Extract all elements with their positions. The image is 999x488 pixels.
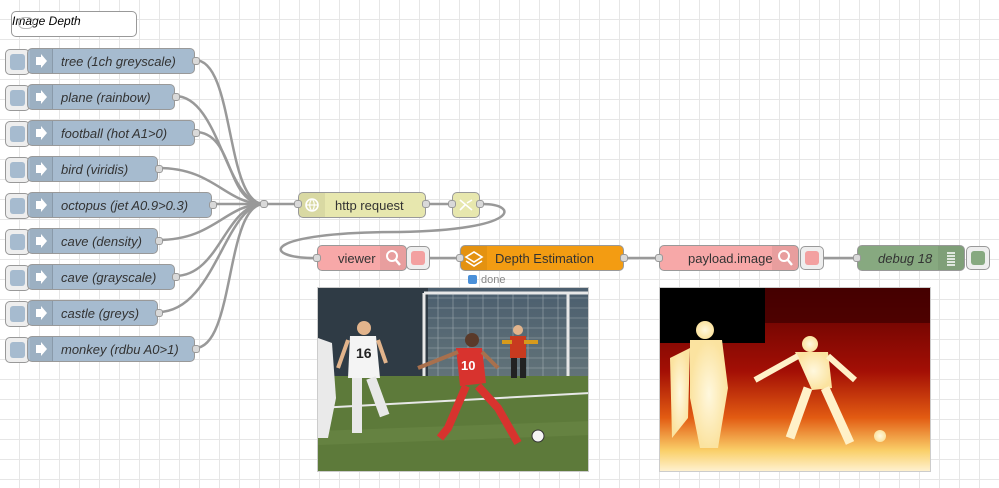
inject-node-body[interactable]: bird (viridis) [27, 156, 158, 182]
inject-output-port[interactable] [192, 57, 200, 65]
status-dot-icon [468, 275, 477, 284]
arrow-in-icon [30, 157, 53, 181]
inject-label: monkey (rdbu A0>1) [61, 342, 179, 357]
inject-node[interactable]: castle (greys) [5, 300, 166, 328]
debug-node[interactable]: debug 18 [857, 245, 965, 271]
depth-image-preview [659, 287, 931, 472]
debug-input-port[interactable] [853, 254, 861, 262]
inject-node-body[interactable]: plane (rainbow) [27, 84, 175, 110]
depth-input-port[interactable] [456, 254, 464, 262]
inject-node-body[interactable]: cave (density) [27, 228, 158, 254]
inject-output-port[interactable] [155, 309, 163, 317]
soccer-photo: 16 10 [318, 288, 588, 471]
list-icon [938, 246, 964, 270]
inject-node-body[interactable]: tree (1ch greyscale) [27, 48, 195, 74]
inject-label: football (hot A1>0) [61, 126, 168, 141]
depth-estimation-node[interactable]: Depth Estimation [460, 245, 624, 271]
depth-map-image [660, 288, 930, 471]
inject-node[interactable]: octopus (jet A0.9>0.3) [5, 192, 220, 220]
inject-node[interactable]: cave (grayscale) [5, 264, 183, 292]
inject-output-port[interactable] [172, 273, 180, 281]
inject-label: cave (density) [61, 234, 142, 249]
inject-output-port[interactable] [155, 237, 163, 245]
inject-label: octopus (jet A0.9>0.3) [61, 198, 189, 213]
inject-label: cave (grayscale) [61, 270, 157, 285]
inject-label: tree (1ch greyscale) [61, 54, 176, 69]
viewer-image-preview: 16 10 [317, 287, 589, 472]
inject-output-port[interactable] [192, 345, 200, 353]
viewer-label: viewer [338, 251, 376, 266]
arrow-in-icon [30, 49, 53, 73]
inject-trigger-square [10, 234, 25, 250]
inject-trigger-square [10, 342, 25, 358]
inject-trigger-square [10, 306, 25, 322]
depth-status-text: done [481, 274, 506, 286]
http-request-node[interactable]: http request [298, 192, 426, 218]
inject-node-body[interactable]: football (hot A1>0) [27, 120, 195, 146]
inject-label: bird (viridis) [61, 162, 129, 177]
payload-image-toggle-button[interactable] [800, 246, 824, 270]
inject-node[interactable]: monkey (rdbu A0>1) [5, 336, 203, 364]
http-request-output-port[interactable] [422, 200, 430, 208]
arrow-in-icon [30, 337, 53, 361]
inject-output-port[interactable] [155, 165, 163, 173]
jersey-16-text: 16 [356, 345, 372, 361]
viewer-node[interactable]: viewer [317, 245, 407, 271]
arrow-in-icon [30, 193, 53, 217]
inject-node-body[interactable]: cave (grayscale) [27, 264, 175, 290]
inject-node[interactable]: tree (1ch greyscale) [5, 48, 203, 76]
debug-label: debug 18 [878, 251, 933, 266]
inject-node[interactable]: football (hot A1>0) [5, 120, 203, 148]
magnify-icon [772, 246, 798, 270]
arrow-in-icon [30, 121, 53, 145]
debug-toggle-button[interactable] [966, 246, 990, 270]
viewer-toggle-button[interactable] [406, 246, 430, 270]
inject-node[interactable]: bird (viridis) [5, 156, 166, 184]
inject-trigger-square [10, 126, 25, 142]
inject-trigger-square [10, 90, 25, 106]
inject-output-port[interactable] [172, 93, 180, 101]
comment-icon [18, 17, 34, 29]
comment-node[interactable]: Image Depth [11, 11, 137, 37]
inject-node[interactable]: plane (rainbow) [5, 84, 183, 112]
magnify-icon [380, 246, 406, 270]
globe-icon [299, 193, 325, 217]
inject-node-body[interactable]: castle (greys) [27, 300, 158, 326]
change-output-port[interactable] [476, 200, 484, 208]
junction-port[interactable] [260, 200, 268, 208]
depth-output-port[interactable] [620, 254, 628, 262]
http-request-input-port[interactable] [294, 200, 302, 208]
payload-image-input-port[interactable] [655, 254, 663, 262]
inject-label: plane (rainbow) [61, 90, 151, 105]
inject-trigger-square [10, 162, 25, 178]
inject-node[interactable]: cave (density) [5, 228, 166, 256]
inject-node-body[interactable]: octopus (jet A0.9>0.3) [27, 192, 212, 218]
inject-trigger-square [10, 54, 25, 70]
payload-image-label: payload.image [688, 251, 773, 266]
http-request-label: http request [335, 198, 404, 213]
arrow-in-icon [30, 229, 53, 253]
inject-trigger-square [10, 270, 25, 286]
inject-trigger-square [10, 198, 25, 214]
depth-estimation-label: Depth Estimation [495, 251, 594, 266]
jersey-10-text: 10 [461, 358, 475, 373]
arrow-in-icon [30, 265, 53, 289]
inject-output-port[interactable] [192, 129, 200, 137]
change-input-port[interactable] [448, 200, 456, 208]
layers-icon [461, 246, 487, 270]
arrow-in-icon [30, 301, 53, 325]
inject-label: castle (greys) [61, 306, 140, 321]
inject-output-port[interactable] [209, 201, 217, 209]
arrow-in-icon [30, 85, 53, 109]
inject-node-body[interactable]: monkey (rdbu A0>1) [27, 336, 195, 362]
depth-status: done [468, 274, 505, 286]
payload-image-node[interactable]: payload.image [659, 245, 799, 271]
viewer-input-port[interactable] [313, 254, 321, 262]
